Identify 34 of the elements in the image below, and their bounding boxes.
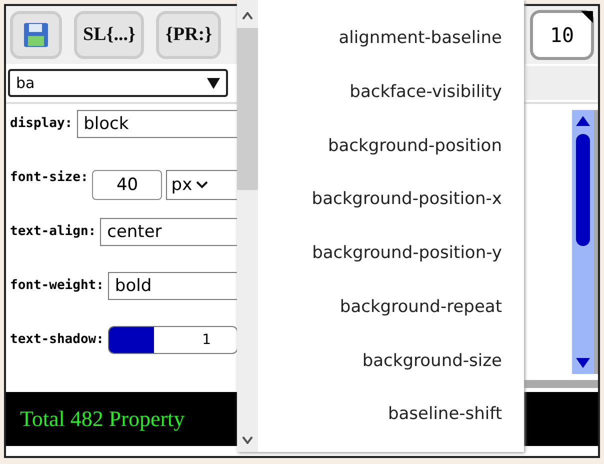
dropdown-option[interactable]: background-position — [328, 130, 502, 184]
property-label: text-align: — [10, 224, 96, 239]
toolbar-button[interactable]: {PR:} — [156, 11, 222, 59]
scroll-thumb[interactable] — [237, 28, 258, 190]
dropdown-option[interactable]: backface-visibility — [350, 76, 502, 130]
dropdown-option[interactable]: background-repeat — [340, 290, 502, 344]
chevron-down-icon — [196, 181, 208, 189]
scrollbar[interactable] — [572, 110, 598, 374]
scroll-up-icon[interactable] — [242, 12, 253, 20]
property-label: text-shadow: — [10, 332, 104, 347]
property-field[interactable]: bold — [108, 272, 238, 300]
scroll-down-icon[interactable] — [576, 358, 590, 368]
dropdown-option[interactable]: alignment-baseline — [338, 22, 502, 76]
scroll-down-icon[interactable] — [242, 436, 253, 444]
dropdown-arrow-icon — [207, 78, 220, 88]
search-combo[interactable]: ba — [8, 69, 228, 97]
property-label: display: — [10, 116, 73, 131]
toolbar-button[interactable]: SL{...} — [74, 11, 144, 59]
slider-value: 1 — [202, 332, 211, 348]
dropdown-option[interactable]: background-position-x — [312, 183, 502, 237]
save-button[interactable] — [10, 11, 62, 59]
toolbar-panel — [526, 66, 598, 100]
dropdown-option[interactable]: background-position-y — [312, 237, 502, 291]
scroll-thumb[interactable] — [576, 134, 590, 246]
scroll-up-icon[interactable] — [576, 116, 590, 126]
slider[interactable]: 1 — [108, 326, 238, 354]
counter-button[interactable]: 10 — [530, 10, 594, 60]
list-scrollbar[interactable] — [237, 0, 258, 452]
property-label: font-size: — [10, 170, 88, 185]
property-field[interactable]: block — [76, 110, 238, 138]
corner-icon — [581, 11, 593, 23]
number-field[interactable]: 40 — [92, 170, 162, 200]
property-label: font-weight: — [10, 278, 104, 293]
property-field[interactable]: center — [100, 218, 238, 246]
